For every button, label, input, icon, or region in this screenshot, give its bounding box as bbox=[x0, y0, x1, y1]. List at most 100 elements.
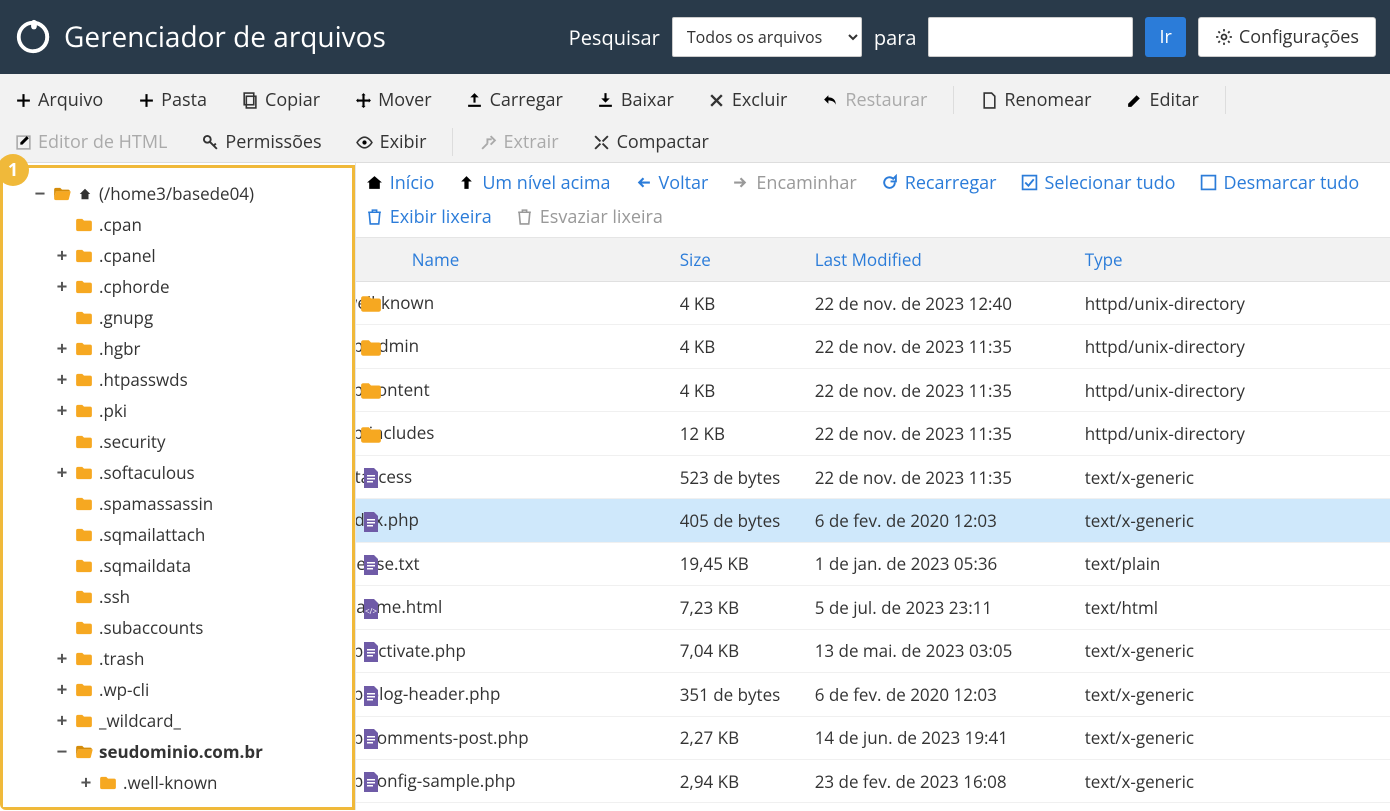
tree-item-seudominio-com-br[interactable]: −seudominio.com.br bbox=[9, 736, 348, 767]
tree-item--wp-cli[interactable]: +.wp-cli bbox=[9, 674, 348, 705]
file-icon bbox=[360, 685, 382, 707]
search-scope-select[interactable]: Todos os arquivos bbox=[672, 17, 862, 57]
file-icon bbox=[360, 511, 382, 533]
tool-editar[interactable]: Editar bbox=[1118, 82, 1207, 118]
copy-icon bbox=[241, 91, 259, 109]
folder-icon bbox=[75, 218, 93, 232]
settings-button[interactable]: Configurações bbox=[1198, 17, 1376, 57]
tree-item--pki[interactable]: +.pki bbox=[9, 395, 348, 426]
folder-icon bbox=[99, 776, 117, 790]
action-um-nível-acima[interactable]: Um nível acima bbox=[458, 171, 610, 195]
tree-item--htpasswds[interactable]: +.htpasswds bbox=[9, 364, 348, 395]
tool-excluir[interactable]: Excluir bbox=[700, 82, 796, 118]
tree-item--subaccounts[interactable]: .subaccounts bbox=[9, 612, 348, 643]
undo-icon bbox=[821, 91, 839, 109]
tree-item--cpan[interactable]: .cpan bbox=[9, 209, 348, 240]
topbar: Gerenciador de arquivos Pesquisar Todos … bbox=[0, 0, 1390, 74]
left-icon bbox=[635, 174, 653, 192]
folder-icon bbox=[75, 714, 93, 728]
folder-icon bbox=[75, 373, 93, 387]
table-row[interactable]: wp-activate.php7,04 KB13 de mai. de 2023… bbox=[356, 629, 1390, 672]
tree-item--security[interactable]: .security bbox=[9, 426, 348, 457]
file-icon bbox=[360, 554, 382, 576]
folder-icon bbox=[75, 745, 93, 759]
action-exibir-lixeira[interactable]: Exibir lixeira bbox=[366, 205, 492, 229]
folder-icon bbox=[75, 435, 93, 449]
action-desmarcar-tudo[interactable]: Desmarcar tudo bbox=[1200, 171, 1360, 195]
tree-item--sqmaildata[interactable]: .sqmaildata bbox=[9, 550, 348, 581]
table-row[interactable]: wp-blog-header.php351 de bytes6 de fev. … bbox=[356, 673, 1390, 716]
table-row[interactable]: .well-known4 KB22 de nov. de 2023 12:40h… bbox=[356, 282, 1390, 325]
tool-compactar[interactable]: Compactar bbox=[585, 124, 717, 160]
action-selecionar-tudo[interactable]: Selecionar tudo bbox=[1021, 171, 1176, 195]
table-row[interactable]: wp-comments-post.php2,27 KB14 de jun. de… bbox=[356, 716, 1390, 759]
table-row[interactable]: readme.html7,23 KB5 de jul. de 2023 23:1… bbox=[356, 586, 1390, 629]
tool-carregar[interactable]: Carregar bbox=[458, 82, 571, 118]
search-input[interactable] bbox=[928, 17, 1133, 57]
tree-item--spamassassin[interactable]: .spamassassin bbox=[9, 488, 348, 519]
file-icon bbox=[360, 641, 382, 663]
table-row[interactable]: index.php405 de bytes6 de fev. de 2020 1… bbox=[356, 499, 1390, 542]
folder-icon bbox=[75, 621, 93, 635]
extract-icon bbox=[479, 133, 497, 151]
edit-icon bbox=[14, 133, 32, 151]
uncheck-icon bbox=[1200, 174, 1218, 192]
tool-renomear[interactable]: Renomear bbox=[972, 82, 1099, 118]
col-size[interactable]: Size bbox=[666, 238, 801, 282]
action-início[interactable]: Início bbox=[366, 171, 435, 195]
folder-icon bbox=[75, 683, 93, 697]
table-row[interactable]: wp-admin4 KB22 de nov. de 2023 11:35http… bbox=[356, 325, 1390, 368]
tree-item--softaculous[interactable]: +.softaculous bbox=[9, 457, 348, 488]
tree-root[interactable]: −(/home3/basede04) bbox=[9, 178, 348, 209]
folder-open-icon bbox=[53, 187, 71, 201]
tree-item--well-known[interactable]: +.well-known bbox=[9, 767, 348, 798]
tool-exibir[interactable]: Exibir bbox=[348, 124, 435, 160]
table-row[interactable]: license.txt19,45 KB1 de jan. de 2023 05:… bbox=[356, 542, 1390, 585]
plus-icon bbox=[137, 91, 155, 109]
table-row[interactable]: wp-includes12 KB22 de nov. de 2023 11:35… bbox=[356, 412, 1390, 455]
col-name[interactable]: Name bbox=[356, 238, 666, 282]
col-type[interactable]: Type bbox=[1071, 238, 1390, 282]
tree-item--trash[interactable]: +.trash bbox=[9, 643, 348, 674]
x-icon bbox=[708, 91, 726, 109]
action-recarregar[interactable]: Recarregar bbox=[881, 171, 997, 195]
tree-item--gnupg[interactable]: .gnupg bbox=[9, 302, 348, 333]
tool-arquivo[interactable]: Arquivo bbox=[6, 82, 111, 118]
file-icon bbox=[360, 771, 382, 793]
go-button[interactable]: Ir bbox=[1145, 17, 1185, 57]
tree-item--cpanel[interactable]: +.cpanel bbox=[9, 240, 348, 271]
tool-pasta[interactable]: Pasta bbox=[129, 82, 215, 118]
table-row[interactable]: wp-content4 KB22 de nov. de 2023 11:35ht… bbox=[356, 368, 1390, 411]
table-row[interactable]: wp-config-sample.php2,94 KB23 de fev. de… bbox=[356, 759, 1390, 802]
tool-copiar[interactable]: Copiar bbox=[233, 82, 328, 118]
action-voltar[interactable]: Voltar bbox=[635, 171, 709, 195]
folder-icon bbox=[75, 280, 93, 294]
search-label: Pesquisar bbox=[569, 24, 660, 51]
folder-icon bbox=[75, 311, 93, 325]
reload-icon bbox=[881, 174, 899, 192]
download-icon bbox=[597, 91, 615, 109]
tree-item--sqmailattach[interactable]: .sqmailattach bbox=[9, 519, 348, 550]
file-icon bbox=[360, 467, 382, 489]
key-icon bbox=[201, 133, 219, 151]
tool-baixar[interactable]: Baixar bbox=[589, 82, 682, 118]
folder-icon bbox=[360, 380, 382, 402]
content-pane: Início Um nível acima Voltar Encaminhar Reca… bbox=[355, 163, 1390, 810]
file-table-scroll[interactable]: Name Size Last Modified Type .well-known… bbox=[356, 238, 1390, 810]
tree-item--cphorde[interactable]: +.cphorde bbox=[9, 271, 348, 302]
tree-item-wp-admin[interactable]: +wp-admin bbox=[9, 798, 348, 807]
folder-icon bbox=[360, 337, 382, 359]
tool-mover[interactable]: Mover bbox=[346, 82, 439, 118]
tree-item--hgbr[interactable]: +.hgbr bbox=[9, 333, 348, 364]
table-row[interactable]: .htaccess523 de bytes22 de nov. de 2023 … bbox=[356, 455, 1390, 498]
action-encaminhar: Encaminhar bbox=[732, 171, 856, 195]
eye-icon bbox=[356, 133, 374, 151]
folder-icon bbox=[360, 424, 382, 446]
tree-item--wildcard-[interactable]: +_wildcard_ bbox=[9, 705, 348, 736]
col-modified[interactable]: Last Modified bbox=[801, 238, 1071, 282]
tree-item--ssh[interactable]: .ssh bbox=[9, 581, 348, 612]
folder-tree[interactable]: −(/home3/basede04).cpan+.cpanel+.cphorde… bbox=[3, 168, 352, 807]
tool-permissões[interactable]: Permissões bbox=[193, 124, 329, 160]
folder-icon bbox=[75, 404, 93, 418]
trash-icon bbox=[516, 208, 534, 226]
